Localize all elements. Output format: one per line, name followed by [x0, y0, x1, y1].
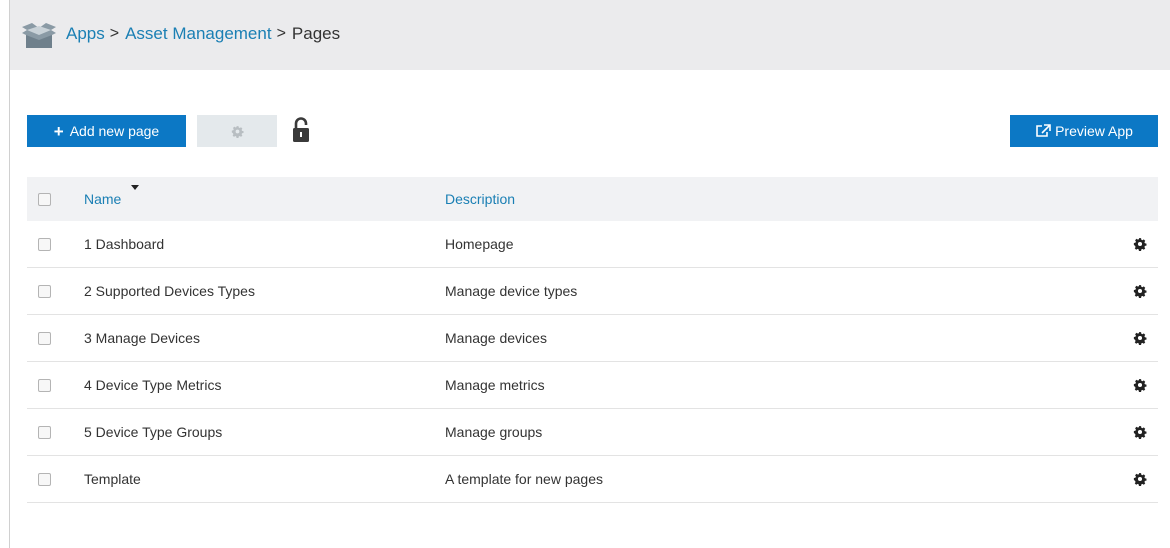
page-header: Apps > Asset Management > Pages: [10, 0, 1170, 70]
column-header-description[interactable]: Description: [445, 191, 515, 207]
table-row[interactable]: Template A template for new pages: [27, 456, 1158, 503]
page-description: Homepage: [445, 236, 514, 252]
breadcrumb-pages: Pages: [291, 24, 341, 43]
row-checkbox[interactable]: [38, 378, 51, 392]
page-description: A template for new pages: [445, 471, 603, 487]
page-description: Manage metrics: [445, 377, 545, 393]
table-row[interactable]: 2 Supported Devices Types Manage device …: [27, 268, 1158, 315]
add-new-page-button[interactable]: + Add new page: [27, 115, 186, 147]
table-row[interactable]: 5 Device Type Groups Manage groups: [27, 409, 1158, 456]
page-name[interactable]: 1 Dashboard: [84, 236, 164, 252]
gear-icon[interactable]: [1133, 472, 1147, 486]
folder-open-icon: [22, 23, 56, 48]
row-checkbox[interactable]: [38, 331, 51, 345]
gear-icon[interactable]: [1133, 378, 1147, 392]
page-name[interactable]: 5 Device Type Groups: [84, 424, 222, 440]
breadcrumb-separator: >: [109, 25, 120, 42]
gear-icon: [231, 125, 244, 138]
column-header-name[interactable]: Name: [84, 191, 121, 207]
page-name[interactable]: 3 Manage Devices: [84, 330, 200, 346]
page-description: Manage groups: [445, 424, 543, 440]
app-frame: Apps > Asset Management > Pages + Add ne…: [9, 0, 1170, 548]
gear-icon[interactable]: [1133, 425, 1147, 439]
page-name[interactable]: 4 Device Type Metrics: [84, 377, 221, 393]
page-name[interactable]: Template: [84, 471, 141, 487]
select-all-checkbox[interactable]: [38, 192, 51, 206]
sort-down-icon[interactable]: [131, 185, 139, 190]
table-row[interactable]: 4 Device Type Metrics Manage metrics: [27, 362, 1158, 409]
table-row[interactable]: 3 Manage Devices Manage devices: [27, 315, 1158, 362]
gear-icon[interactable]: [1133, 331, 1147, 345]
table-header: Name Description: [27, 177, 1158, 221]
page-description: Manage devices: [445, 330, 547, 346]
page-name[interactable]: 2 Supported Devices Types: [84, 283, 255, 299]
settings-button[interactable]: [197, 115, 277, 147]
breadcrumb-asset-management[interactable]: Asset Management: [125, 24, 271, 44]
table-row[interactable]: 1 Dashboard Homepage: [27, 221, 1158, 268]
breadcrumb: Apps > Asset Management > Pages: [66, 24, 340, 44]
row-checkbox[interactable]: [38, 237, 51, 251]
pages-table: Name Description 1 Dashboard Homepage 2 …: [27, 177, 1158, 503]
gear-icon[interactable]: [1133, 237, 1147, 251]
plus-icon: +: [53, 121, 64, 141]
page-description: Manage device types: [445, 283, 578, 299]
breadcrumb-separator: >: [276, 25, 286, 42]
external-link-icon: [1036, 124, 1051, 137]
gear-icon[interactable]: [1133, 284, 1147, 298]
add-new-page-label: Add new page: [69, 123, 160, 139]
row-checkbox[interactable]: [38, 425, 51, 439]
unlocked-padlock-icon[interactable]: [292, 117, 310, 143]
preview-app-label: Preview App: [1055, 123, 1133, 139]
breadcrumb-apps[interactable]: Apps: [66, 24, 105, 44]
preview-app-button[interactable]: Preview App: [1010, 115, 1158, 147]
row-checkbox[interactable]: [38, 284, 51, 298]
row-checkbox[interactable]: [38, 472, 51, 486]
